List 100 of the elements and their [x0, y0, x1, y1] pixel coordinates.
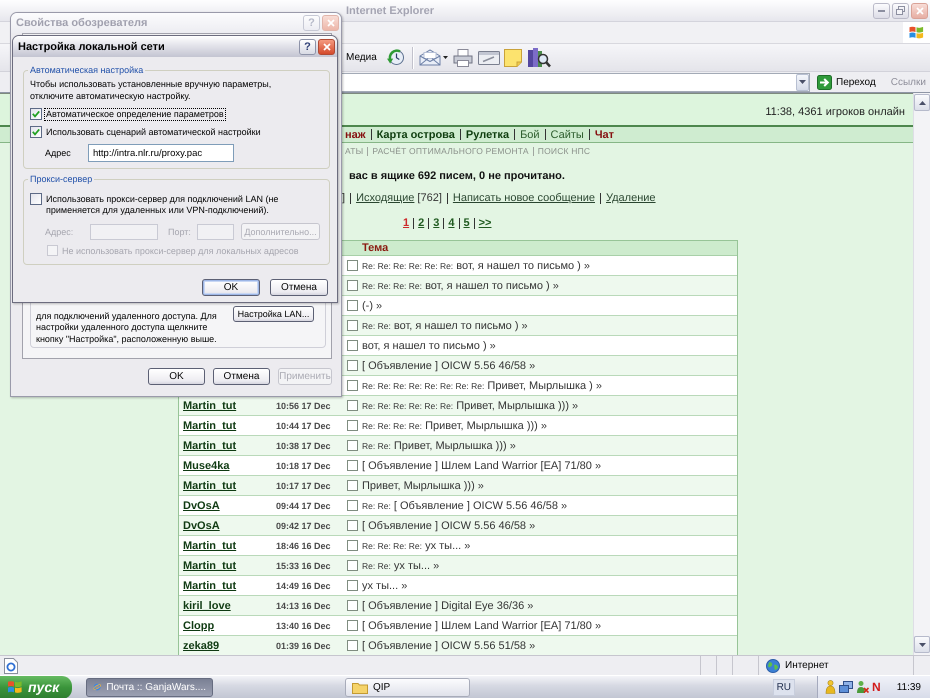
sender-link[interactable]: Martin_tut: [183, 400, 236, 412]
monitor-icon[interactable]: [839, 680, 854, 694]
tray-app-label[interactable]: N: [872, 680, 881, 694]
row-checkbox[interactable]: [346, 420, 358, 431]
row-checkbox[interactable]: [346, 440, 358, 451]
message-time: 10:38 17 Dec: [276, 440, 331, 450]
dialog-button[interactable]: OK: [202, 279, 260, 296]
subject-link[interactable]: Re: Re: [ Объявление ] OICW 5.56 46/58 »: [361, 500, 568, 512]
page-link[interactable]: 4: [448, 217, 454, 229]
subject-link[interactable]: Re: Re: Re: Re: ух ты... »: [361, 540, 470, 552]
checkbox[interactable]: [30, 108, 42, 120]
row-checkbox[interactable]: [346, 380, 358, 391]
subject-link[interactable]: [ Объявление ] OICW 5.56 46/58 »: [361, 360, 536, 372]
subject-link[interactable]: Re: Re: ух ты... »: [361, 560, 440, 572]
page-link[interactable]: 3: [433, 217, 440, 229]
row-checkbox[interactable]: [346, 600, 358, 611]
dropdown-button[interactable]: [796, 74, 809, 90]
subject-link[interactable]: [ Объявление ] Шлем Land Warrior [EA] 71/80 »: [361, 620, 602, 632]
subject-link[interactable]: Re: Re: Re: Re: Re: Re: вот, я нашел то письмо ) »: [361, 260, 590, 272]
sender-link[interactable]: DvOsA: [183, 520, 220, 532]
restore-button[interactable]: [892, 2, 909, 18]
folder-link[interactable]: Написать новое сообщение: [452, 192, 595, 204]
sender-link[interactable]: kiril_love: [183, 600, 231, 612]
option-label[interactable]: Автоматическое определение параметров: [44, 108, 226, 121]
row-checkbox[interactable]: [346, 560, 358, 571]
sender-link[interactable]: Muse4ka: [183, 460, 230, 472]
minimize-button[interactable]: [873, 2, 890, 18]
row-checkbox[interactable]: [346, 620, 358, 631]
sender-link[interactable]: Martin_tut: [183, 480, 236, 492]
nav-link[interactable]: Рулетка: [466, 128, 510, 140]
sender-link[interactable]: Martin_tut: [183, 560, 236, 572]
subject-link[interactable]: Re: Re: Re: Re: Re: Re: Re: Re: Привет, Мырлышка ) »: [361, 380, 602, 392]
media-button[interactable]: Медиа: [346, 52, 377, 63]
row-checkbox[interactable]: [346, 520, 358, 531]
subject-link[interactable]: Re: Re: Re: Re: Re: Re: Привет, Мырлышка ))) »: [361, 400, 578, 412]
note-icon[interactable]: [504, 48, 522, 66]
books-magnifier-icon[interactable]: [526, 47, 551, 68]
subject-link[interactable]: [ Объявление ] Digital Eye 36/36 »: [361, 600, 534, 612]
sender-link[interactable]: Martin_tut: [183, 440, 236, 452]
page-link[interactable]: 2: [418, 217, 424, 229]
subject-link[interactable]: ух ты... »: [361, 580, 408, 592]
sender-link[interactable]: Martin_tut: [183, 580, 236, 592]
close-button[interactable]: [318, 38, 335, 54]
lan-settings-button[interactable]: Настройка LAN...: [233, 306, 314, 322]
row-checkbox[interactable]: [346, 480, 358, 491]
dialog-button[interactable]: Отмена: [270, 279, 328, 296]
taskbar-button[interactable]: QIP: [345, 678, 470, 696]
subject-link[interactable]: Re: Re: Re: Re: Привет, Мырлышка ))) »: [361, 420, 547, 432]
row-checkbox[interactable]: [346, 280, 358, 291]
person-icon[interactable]: [825, 680, 836, 694]
subject-link[interactable]: Привет, Мырлышка ))) »: [361, 480, 484, 492]
dialog-button[interactable]: Отмена: [213, 368, 270, 385]
page-link[interactable]: >>: [478, 217, 492, 229]
dialog-button[interactable]: OK: [148, 368, 205, 385]
printer-icon[interactable]: [452, 48, 473, 66]
checkbox[interactable]: [30, 126, 42, 138]
sender-link[interactable]: zeka89: [183, 640, 220, 652]
row-checkbox[interactable]: [346, 540, 358, 551]
mail-button[interactable]: [418, 49, 448, 66]
subject-link[interactable]: [ Объявление ] OICW 5.56 46/58 »: [361, 520, 536, 532]
go-button[interactable]: Переход: [814, 72, 881, 92]
sender-link[interactable]: Clopp: [183, 620, 214, 632]
language-indicator[interactable]: RU: [772, 678, 796, 696]
folder-link[interactable]: Исходящие: [356, 192, 414, 204]
subject-link[interactable]: [ Объявление ] OICW 5.56 51/58 »: [361, 640, 536, 652]
page-link[interactable]: 5: [464, 217, 470, 229]
scroll-up-button[interactable]: [914, 94, 930, 111]
row-checkbox[interactable]: [346, 320, 358, 331]
subject-link[interactable]: Re: Re: Re: Re: вот, я нашел то письмо ) »: [361, 280, 559, 292]
option-label[interactable]: Использовать сценарий автоматической настройки: [44, 126, 263, 139]
sender-link[interactable]: Martin_tut: [183, 540, 236, 552]
row-checkbox[interactable]: [346, 400, 358, 411]
scroll-down-button[interactable]: [914, 636, 930, 653]
row-checkbox[interactable]: [346, 580, 358, 591]
nav-link[interactable]: Сайты: [550, 128, 584, 140]
row-checkbox[interactable]: [346, 460, 358, 471]
row-checkbox[interactable]: [346, 260, 358, 271]
sender-link[interactable]: DvOsA: [183, 500, 220, 512]
subject-link[interactable]: Re: Re: Привет, Мырлышка ))) »: [361, 440, 516, 452]
subject-link[interactable]: (-) »: [361, 300, 382, 312]
row-checkbox[interactable]: [346, 360, 358, 371]
row-checkbox[interactable]: [346, 640, 358, 651]
edit-icon[interactable]: [478, 50, 500, 66]
nav-link[interactable]: Чат: [594, 128, 614, 140]
page-link[interactable]: 1: [403, 217, 410, 229]
sender-link[interactable]: Martin_tut: [183, 420, 236, 432]
subject-link[interactable]: Re: Re: вот, я нашел то письмо ) »: [361, 320, 528, 332]
subject-link[interactable]: [ Объявление ] Шлем Land Warrior [EA] 71/80 »: [361, 460, 602, 472]
folder-link[interactable]: Удаление: [606, 192, 656, 204]
help-button[interactable]: ?: [299, 38, 316, 54]
nav-link[interactable]: Карта острова: [376, 128, 455, 140]
row-checkbox[interactable]: [346, 300, 358, 311]
start-button[interactable]: пуск: [0, 676, 72, 698]
nav-link[interactable]: Бой: [520, 128, 540, 140]
row-checkbox[interactable]: [346, 340, 358, 351]
nav-link[interactable]: наж: [345, 128, 366, 140]
subject-link[interactable]: вот, я нашел то письмо ) »: [361, 340, 496, 352]
address-field[interactable]: http://intra.nlr.ru/proxy.pac: [88, 144, 234, 162]
person-cross-icon[interactable]: [856, 680, 870, 694]
row-checkbox[interactable]: [346, 500, 358, 511]
